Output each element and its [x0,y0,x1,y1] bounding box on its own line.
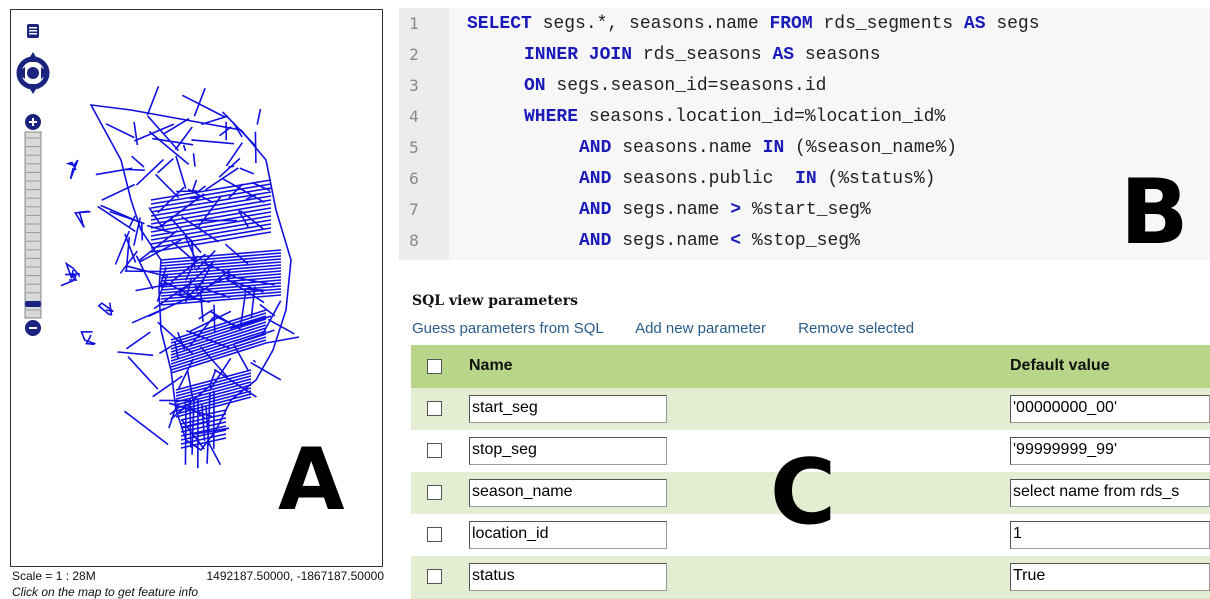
row-checkbox[interactable] [427,401,442,416]
param-name-input[interactable]: stop_seg [469,437,667,465]
sql-text: segs.name [611,199,731,220]
line-number: 4 [409,107,419,126]
sql-text: seasons.name [611,137,763,158]
sql-keyword: AND [579,168,612,189]
guess-params-link[interactable]: Guess parameters from SQL [412,320,604,337]
zoom-slider-handle[interactable] [25,301,41,307]
sql-code: AND seasons.name IN (%season_name%) [579,138,957,158]
sql-keyword: SELECT [467,13,532,34]
param-default-input[interactable]: '99999999_99' [1010,437,1210,465]
remove-selected-link[interactable]: Remove selected [798,320,914,337]
pan-control[interactable] [16,52,50,94]
zoom-out-button[interactable] [25,320,41,336]
sql-text: rds_segments [812,13,964,34]
sql-line: 3 ON segs.season_id=seasons.id [399,70,1210,101]
row-checkbox[interactable] [427,485,442,500]
sql-text: segs [985,13,1040,34]
sql-code: SELECT segs.*, seasons.name FROM rds_seg… [467,14,1040,34]
sql-text: %start_seg% [741,199,871,220]
sql-text: seasons.public [611,168,796,189]
sql-keyword: AND [579,137,612,158]
sql-keyword: ON [524,75,546,96]
table-row: start_seg '00000000_00' [411,388,1210,431]
map-hint: Click on the map to get feature info [12,585,199,599]
line-number: 7 [409,200,419,219]
sql-line: 6 AND seasons.public IN (%status%) [399,163,1210,194]
sql-keyword: WHERE [524,106,579,127]
sql-text: seasons.location_id=%location_id% [578,106,946,127]
sql-keyword: < [730,230,742,251]
add-param-link[interactable]: Add new parameter [635,320,766,337]
line-number: 8 [409,231,419,250]
sql-editor[interactable]: 1 SELECT segs.*, seasons.name FROM rds_se… [399,8,1210,260]
sql-text: segs.name [611,230,731,251]
line-number: 2 [409,45,419,64]
sql-code: ON segs.season_id=seasons.id [524,76,826,96]
name-column-header: Name [469,357,513,374]
layer-switcher-icon[interactable] [27,24,39,38]
sql-code: AND seasons.public IN (%status%) [579,169,935,189]
sql-line: 1 SELECT segs.*, seasons.name FROM rds_se… [399,8,1210,39]
param-name-input[interactable]: start_seg [469,395,667,423]
sql-code: AND segs.name > %start_seg% [579,200,871,220]
sql-text: segs.season_id=seasons.id [545,75,827,96]
row-checkbox[interactable] [427,527,442,542]
line-number: 1 [409,14,419,33]
sql-code: AND segs.name < %stop_seg% [579,231,860,251]
sql-keyword: AS [963,13,986,34]
line-number: 3 [409,76,419,95]
line-number: 5 [409,138,419,157]
sql-code: WHERE seasons.location_id=%location_id% [524,107,945,127]
param-default-input[interactable]: '00000000_00' [1010,395,1210,423]
sql-line: 8 AND segs.name < %stop_seg% [399,225,1210,256]
line-number: 6 [409,169,419,188]
param-default-input[interactable]: select name from rds_s [1010,479,1210,507]
zoom-in-button[interactable] [25,114,41,130]
table-row: status True [411,556,1210,599]
sql-line: 5 AND seasons.name IN (%season_name%) [399,132,1210,163]
param-name-input[interactable]: location_id [469,521,667,549]
sql-text: seasons [794,44,881,65]
param-name-input[interactable]: status [469,563,667,591]
params-actions: Guess parameters from SQL Add new parame… [412,320,942,337]
sql-keyword: > [730,199,742,220]
zoom-slider[interactable] [24,131,42,319]
select-all-checkbox[interactable] [427,359,442,374]
default-column-header: Default value [1010,357,1110,374]
sql-text: (%status%) [816,168,936,189]
sql-keyword: AND [579,199,612,220]
mouse-coordinates: 1492187.50000, -1867187.50000 [206,569,384,583]
sql-keyword: INNER JOIN [524,44,633,65]
sql-keyword: AS [772,44,795,65]
sql-text: %stop_seg% [741,230,860,251]
track-lines [60,86,300,469]
panel-label-a: A [278,430,345,530]
panel-label-c: C [770,440,837,545]
row-checkbox[interactable] [427,569,442,584]
sql-line: 4 WHERE seasons.location_id=%location_id% [399,101,1210,132]
sql-code: INNER JOIN rds_seasons AS seasons [524,45,881,65]
table-header: Name Default value [411,345,1210,389]
map-scale: Scale = 1 : 28M [12,569,96,583]
sql-keyword: IN [795,168,817,189]
sql-keyword: IN [762,137,785,158]
sql-text: (%season_name%) [784,137,958,158]
row-checkbox[interactable] [427,443,442,458]
sql-text: rds_seasons [632,44,773,65]
param-name-input[interactable]: season_name [469,479,667,507]
param-default-input[interactable]: 1 [1010,521,1210,549]
sql-keyword: AND [579,230,612,251]
sql-keyword: FROM [769,13,813,34]
sql-text: segs.*, seasons.name [531,13,770,34]
sql-line: 2 INNER JOIN rds_seasons AS seasons [399,39,1210,70]
params-title: SQL view parameters [412,293,578,309]
sql-line: 7 AND segs.name > %start_seg% [399,194,1210,225]
param-default-input[interactable]: True [1010,563,1210,591]
panel-label-b: B [1120,160,1189,265]
